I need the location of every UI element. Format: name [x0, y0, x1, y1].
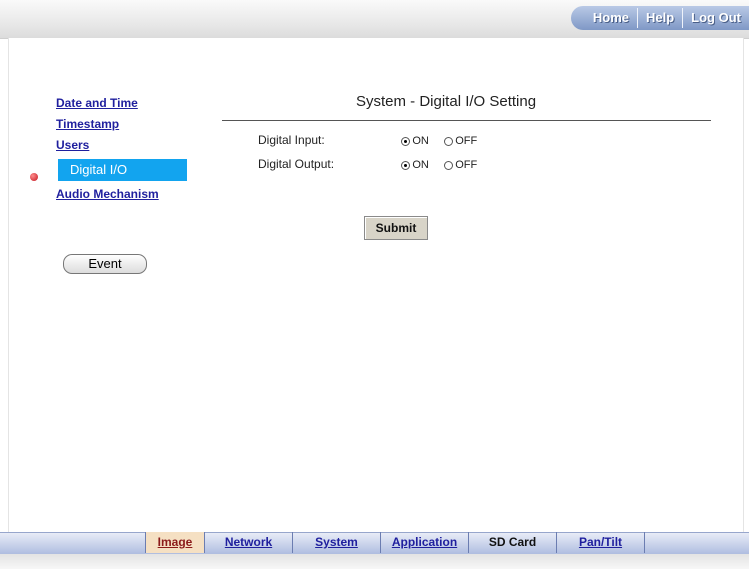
radio-label: OFF: [455, 135, 478, 147]
event-button[interactable]: Event: [63, 254, 147, 274]
digital-output-label: Digital Output:: [258, 157, 335, 171]
sidebar-item-audio-mechanism[interactable]: Audio Mechanism: [56, 187, 206, 201]
active-bullet-icon: [30, 173, 38, 181]
help-link[interactable]: Help: [637, 8, 682, 28]
footer-bar: [0, 554, 749, 569]
sidebar-item-users[interactable]: Users: [56, 138, 206, 152]
radio-label: ON: [412, 135, 429, 147]
top-nav: Home Help Log Out: [570, 6, 749, 30]
digital-input-off-radio[interactable]: OFF: [444, 135, 477, 147]
sidebar-item-date-time[interactable]: Date and Time: [56, 96, 206, 110]
sidebar-menu: Date and Time Timestamp Users Digital I/…: [56, 96, 206, 208]
radio-label: OFF: [455, 159, 478, 171]
digital-input-label: Digital Input:: [258, 133, 325, 147]
digital-output-row: Digital Output: ON OFF: [258, 157, 489, 171]
sidebar-item-digital-io[interactable]: Digital I/O: [58, 159, 187, 181]
logout-link[interactable]: Log Out: [682, 8, 749, 28]
bottom-tabs: Image Network System Application SD Card…: [145, 532, 645, 553]
radio-checked-icon: [401, 160, 411, 170]
radio-checked-icon: [401, 136, 411, 146]
digital-output-off-radio[interactable]: OFF: [444, 159, 477, 171]
tab-pan-tilt[interactable]: Pan/Tilt: [557, 532, 645, 553]
tab-system[interactable]: System: [293, 532, 381, 553]
title-divider: [222, 120, 711, 121]
page-title: System - Digital I/O Setting: [356, 93, 537, 110]
radio-unchecked-icon: [444, 160, 454, 170]
radio-unchecked-icon: [444, 136, 454, 146]
digital-input-row: Digital Input: ON OFF: [258, 133, 489, 147]
radio-label: ON: [412, 159, 429, 171]
digital-input-on-radio[interactable]: ON: [401, 135, 429, 147]
tab-sd-card[interactable]: SD Card: [469, 532, 557, 553]
tab-image[interactable]: Image: [145, 532, 205, 553]
tab-application[interactable]: Application: [381, 532, 469, 553]
sidebar-item-timestamp[interactable]: Timestamp: [56, 117, 206, 131]
digital-output-on-radio[interactable]: ON: [401, 159, 429, 171]
tab-network[interactable]: Network: [205, 532, 293, 553]
top-bar: Home Help Log Out: [0, 0, 749, 39]
submit-button[interactable]: Submit: [364, 216, 428, 240]
home-link[interactable]: Home: [585, 8, 637, 28]
